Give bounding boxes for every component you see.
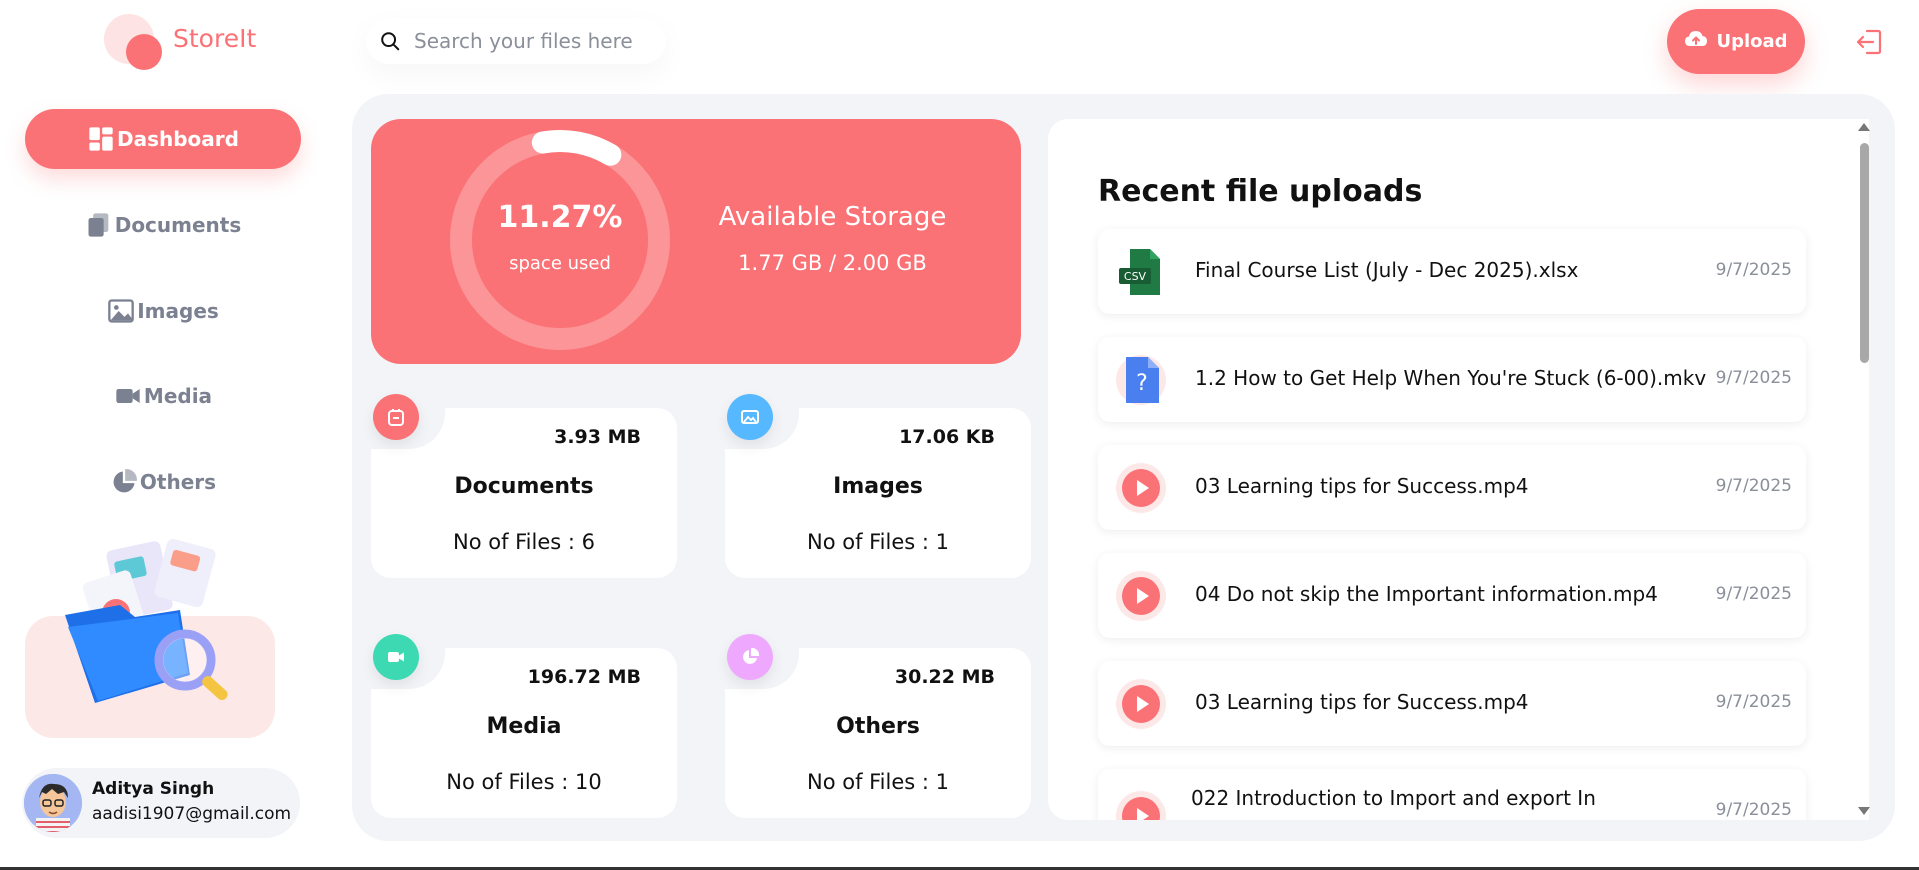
images-icon [107, 297, 135, 325]
category-size: 17.06 KB [899, 426, 995, 448]
file-name: 03 Learning tips for Success.mp4 [1195, 690, 1529, 714]
list-item[interactable]: CSV Final Course List (July - Dec 2025).… [1098, 229, 1806, 314]
sidebar-item-others[interactable]: Others [25, 452, 301, 512]
category-file-count: No of Files : 10 [446, 770, 602, 794]
pie-chart-icon [727, 634, 773, 680]
file-name: 1.2 How to Get Help When You're Stuck (6… [1195, 366, 1707, 390]
logout-icon[interactable] [1853, 26, 1885, 58]
recent-uploads-scrollbar[interactable] [1857, 121, 1871, 821]
storage-ring-chart [450, 130, 670, 350]
available-storage-value: 1.77 GB / 2.00 GB [738, 251, 927, 275]
storage-percent-caption: space used [509, 253, 611, 274]
file-date: 9/7/2025 [1715, 584, 1792, 604]
images-icon [727, 394, 773, 440]
list-item[interactable]: 04 Do not skip the Important information… [1098, 553, 1806, 638]
unknown-file-icon: ? [1116, 355, 1166, 405]
folder-illustration-icon [65, 538, 228, 703]
scroll-up-icon[interactable] [1858, 123, 1870, 131]
play-icon [1116, 463, 1166, 513]
category-name: Documents [454, 474, 594, 499]
sidebar-item-images[interactable]: Images [25, 281, 301, 341]
documents-icon [85, 211, 113, 239]
category-file-count: No of Files : 6 [452, 530, 596, 554]
category-file-count: No of Files : 1 [806, 770, 950, 794]
dashboard-icon [87, 125, 115, 153]
upload-button[interactable]: Upload [1667, 9, 1805, 74]
search-input[interactable] [414, 29, 654, 53]
search-bar[interactable] [366, 18, 666, 64]
scroll-down-icon[interactable] [1858, 807, 1870, 815]
file-date: 9/7/2025 [1715, 476, 1792, 496]
list-item[interactable]: 022 Introduction to Import and export In… [1098, 769, 1806, 820]
list-item[interactable]: ? 1.2 How to Get Help When You're Stuck … [1098, 337, 1806, 422]
category-file-count: No of Files : 1 [806, 530, 950, 554]
category-card-images[interactable]: 17.06 KB Images No of Files : 1 [725, 389, 1031, 578]
file-name: 03 Learning tips for Success.mp4 [1195, 474, 1529, 498]
cloud-upload-icon [1684, 29, 1708, 54]
category-size: 3.93 MB [554, 426, 641, 448]
documents-icon [373, 394, 419, 440]
category-name: Others [836, 714, 920, 739]
category-card-media[interactable]: 196.72 MB Media No of Files : 10 [371, 629, 677, 818]
search-icon [366, 30, 414, 52]
sidebar-item-label: Documents [114, 213, 242, 237]
play-icon [1116, 791, 1166, 820]
available-storage-title: Available Storage [718, 202, 947, 232]
sidebar-item-label: Media [143, 384, 213, 408]
video-icon [373, 634, 419, 680]
svg-text:?: ? [1136, 371, 1148, 396]
file-name: 04 Do not skip the Important information… [1195, 582, 1658, 606]
upload-label: Upload [1716, 31, 1788, 52]
play-icon [1116, 571, 1166, 621]
category-card-others[interactable]: 30.22 MB Others No of Files : 1 [725, 629, 1031, 818]
file-date: 9/7/2025 [1715, 800, 1792, 820]
sidebar-item-label: Dashboard [117, 127, 239, 151]
list-item[interactable]: 03 Learning tips for Success.mp4 9/7/202… [1098, 445, 1806, 530]
user-card[interactable]: Aditya Singh aadisi1907@gmail.com [22, 768, 300, 838]
list-item[interactable]: 03 Learning tips for Success.mp4 9/7/202… [1098, 661, 1806, 746]
user-email: aadisi1907@gmail.com [92, 804, 292, 824]
sidebar-item-label: Images [137, 299, 219, 323]
storage-percent: 11.27% [497, 200, 623, 235]
category-name: Images [833, 474, 923, 499]
logo-icon [104, 14, 164, 70]
category-size: 196.72 MB [527, 666, 641, 688]
user-name: Aditya Singh [92, 779, 215, 799]
category-card-documents[interactable]: 3.93 MB Documents No of Files : 6 [371, 389, 677, 578]
recent-uploads-title: Recent file uploads [1098, 174, 1423, 209]
pie-chart-icon [110, 468, 138, 496]
file-name: Final Course List (July - Dec 2025).xlsx [1195, 258, 1579, 282]
sidebar-item-documents[interactable]: Documents [25, 195, 301, 255]
app-root: StoreIt Dashboard Documents Images Media… [0, 0, 1919, 870]
sidebar-item-label: Others [139, 470, 217, 494]
csv-file-icon: CSV [1116, 247, 1166, 297]
svg-text:CSV: CSV [1124, 270, 1147, 283]
play-icon [1116, 679, 1166, 729]
file-name: 022 Introduction to Import and export In [1191, 786, 1596, 810]
app-name: StoreIt [173, 24, 257, 53]
file-date: 9/7/2025 [1715, 260, 1792, 280]
sidebar-item-dashboard[interactable]: Dashboard [25, 109, 301, 169]
category-name: Media [486, 714, 562, 739]
scrollbar-thumb[interactable] [1860, 143, 1869, 363]
file-date: 9/7/2025 [1715, 692, 1792, 712]
category-size: 30.22 MB [894, 666, 995, 688]
avatar [24, 774, 82, 832]
recent-uploads-panel: Recent file uploads CSV Final Course Lis… [1048, 119, 1869, 820]
video-icon [114, 382, 142, 410]
file-date: 9/7/2025 [1715, 368, 1792, 388]
sidebar-item-media[interactable]: Media [25, 366, 301, 426]
